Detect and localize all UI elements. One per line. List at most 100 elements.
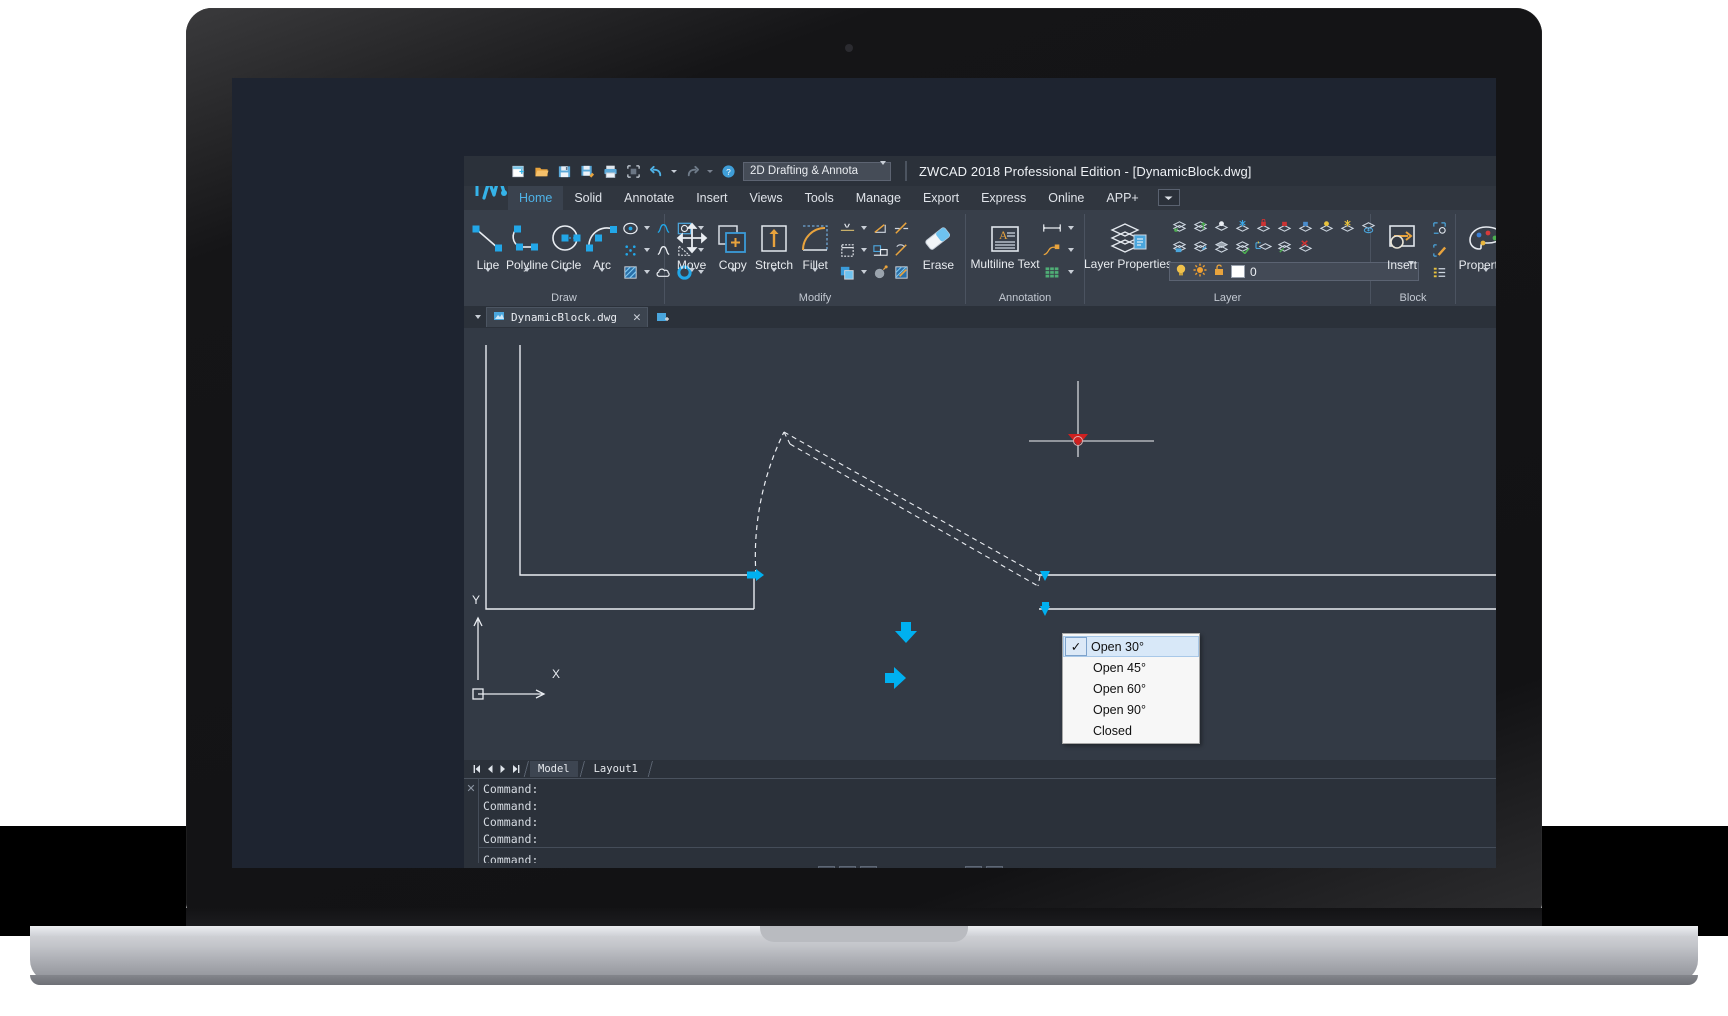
snap-mode-toggle[interactable]	[776, 866, 793, 869]
point-icon[interactable]	[620, 240, 640, 260]
workspace-selector[interactable]: 2D Drafting & Annota	[743, 161, 891, 181]
chevron-down-icon[interactable]	[1483, 268, 1489, 279]
grid-display-toggle[interactable]	[797, 866, 814, 869]
undo-icon[interactable]	[646, 161, 666, 181]
dynamic-ucs-toggle[interactable]	[944, 866, 961, 869]
stretch-button[interactable]: Stretch	[753, 216, 794, 279]
scale-icon[interactable]	[892, 218, 912, 238]
chevron-down-icon[interactable]	[859, 218, 870, 238]
chevron-down-icon[interactable]	[1065, 262, 1076, 282]
command-close-icon[interactable]: ✕	[464, 779, 478, 863]
insert-block-button[interactable]: Insert	[1377, 216, 1427, 272]
transparency-toggle[interactable]	[923, 866, 940, 869]
ortho-mode-toggle[interactable]	[818, 865, 835, 868]
chevron-down-icon[interactable]	[1065, 218, 1076, 238]
undo-dropdown-icon[interactable]	[669, 161, 679, 181]
tab-express[interactable]: Express	[970, 186, 1037, 210]
new-tab-icon[interactable]	[654, 308, 672, 326]
chevron-down-icon[interactable]	[859, 240, 870, 260]
lightbulb-icon[interactable]	[1174, 263, 1188, 280]
tab-online[interactable]: Online	[1037, 186, 1095, 210]
layout-tab-layout1[interactable]: Layout1	[586, 761, 646, 777]
ellipse-icon[interactable]	[620, 218, 640, 238]
object-snap-tracking-toggle[interactable]	[881, 866, 898, 869]
layer-thaw-icon[interactable]	[1337, 216, 1357, 236]
layer-make-current-icon[interactable]	[1190, 216, 1210, 236]
tab-export[interactable]: Export	[912, 186, 970, 210]
fillet-button[interactable]: Fillet	[795, 216, 836, 279]
last-layout-button[interactable]	[509, 762, 522, 776]
redo-icon[interactable]	[682, 161, 702, 181]
edit-hatch-icon[interactable]	[892, 262, 912, 282]
help-icon[interactable]: ?	[718, 161, 738, 181]
quick-properties-toggle[interactable]	[986, 865, 1003, 868]
define-attribute-icon[interactable]	[1429, 262, 1449, 282]
first-layout-button[interactable]	[470, 762, 483, 776]
tab-solid[interactable]: Solid	[563, 186, 613, 210]
array-icon[interactable]	[871, 240, 891, 260]
layer-properties-button[interactable]: Layer Properties	[1084, 216, 1172, 270]
chevron-down-icon[interactable]	[485, 268, 491, 279]
chevron-down-icon[interactable]	[771, 268, 777, 279]
print-preview-icon[interactable]	[623, 161, 643, 181]
close-icon[interactable]: ✕	[633, 310, 641, 325]
block-editor-icon[interactable]	[1429, 240, 1449, 260]
trim-icon[interactable]	[838, 218, 858, 238]
copy-button[interactable]: Copy	[712, 216, 753, 279]
menu-item-open-45[interactable]: Open 45°	[1063, 657, 1199, 678]
drawing-canvas[interactable]	[464, 328, 1496, 760]
layer-turn-on-icon[interactable]	[1316, 216, 1336, 236]
erase-button[interactable]: Erase	[918, 216, 959, 272]
tab-manage[interactable]: Manage	[845, 186, 912, 210]
dynamic-block-context-menu[interactable]: ✓ Open 30° Open 45° Open 60° Open 90° Cl…	[1062, 633, 1200, 744]
lineweight-toggle[interactable]	[902, 866, 919, 869]
layer-lock-icon[interactable]	[1253, 216, 1273, 236]
layer-freeze-icon[interactable]	[1232, 216, 1252, 236]
layer-unisolate-icon[interactable]	[1274, 236, 1294, 256]
chevron-down-icon[interactable]	[641, 262, 652, 282]
tab-home[interactable]: Home	[508, 186, 564, 210]
menu-item-closed[interactable]: Closed	[1063, 720, 1199, 741]
layer-match-icon[interactable]	[1232, 236, 1252, 256]
unlock-icon[interactable]	[1212, 263, 1226, 280]
line-button[interactable]: Line	[470, 216, 506, 279]
dynamic-input-toggle[interactable]	[965, 865, 982, 868]
tab-tools[interactable]: Tools	[794, 186, 845, 210]
polyline-button[interactable]: Polyline	[506, 216, 548, 279]
chevron-down-icon[interactable]	[641, 218, 652, 238]
tab-views[interactable]: Views	[738, 186, 793, 210]
ribbon-overflow-button[interactable]	[1157, 189, 1180, 206]
chamfer-icon[interactable]	[871, 218, 891, 238]
chevron-down-icon[interactable]	[688, 268, 695, 279]
file-tab-menu-icon[interactable]	[470, 306, 486, 328]
menu-item-open-60[interactable]: Open 60°	[1063, 678, 1199, 699]
rotate-icon[interactable]	[892, 240, 912, 260]
multiline-text-button[interactable]: A Multiline Text	[970, 216, 1040, 270]
layout-tab-model[interactable]: Model	[530, 761, 578, 777]
chevron-down-icon[interactable]	[1065, 240, 1076, 260]
tab-annotate[interactable]: Annotate	[613, 186, 685, 210]
chevron-down-icon[interactable]	[599, 268, 606, 279]
move-button[interactable]: Move	[671, 216, 712, 279]
chevron-down-icon[interactable]	[563, 268, 570, 279]
layer-merge-icon[interactable]	[1211, 236, 1231, 256]
save-as-icon[interactable]	[577, 161, 597, 181]
menu-item-open-90[interactable]: Open 90°	[1063, 699, 1199, 720]
layer-change-icon[interactable]	[1190, 236, 1210, 256]
layer-previous-icon[interactable]	[1169, 216, 1189, 236]
offset-icon[interactable]	[838, 240, 858, 260]
layer-delete-icon[interactable]	[1295, 236, 1315, 256]
layer-lock-2-icon[interactable]	[1274, 216, 1294, 236]
redo-dropdown-icon[interactable]	[705, 161, 715, 181]
create-block-icon[interactable]	[1429, 218, 1449, 238]
tab-insert[interactable]: Insert	[685, 186, 738, 210]
object-snap-toggle[interactable]	[860, 865, 877, 868]
layer-unlock-icon[interactable]	[1295, 216, 1315, 236]
layer-color-swatch[interactable]	[1231, 265, 1245, 278]
table-icon[interactable]	[1040, 262, 1064, 282]
polar-tracking-toggle[interactable]	[839, 865, 856, 868]
layer-walk-icon[interactable]	[1253, 236, 1273, 256]
tab-appplus[interactable]: APP+	[1095, 186, 1149, 210]
dimension-linear-icon[interactable]	[1040, 218, 1064, 238]
hatch-icon[interactable]	[620, 262, 640, 282]
